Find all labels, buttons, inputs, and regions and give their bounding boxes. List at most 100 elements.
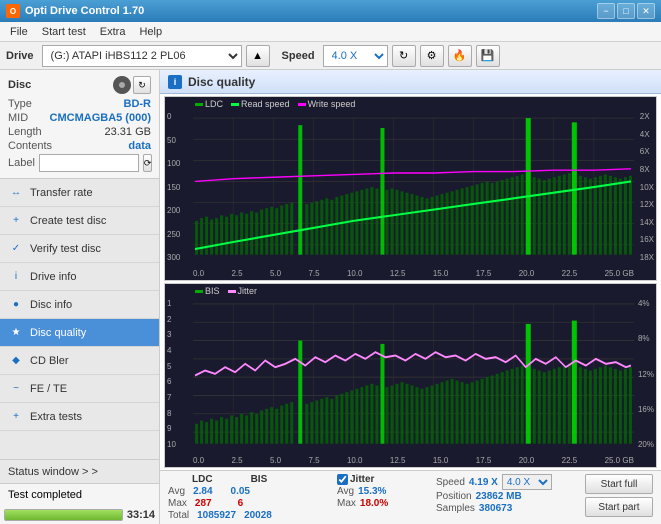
start-full-button[interactable]: Start full <box>585 474 653 494</box>
settings-button[interactable]: ⚙ <box>420 45 444 67</box>
nav-drive-info[interactable]: i Drive info <box>0 263 159 291</box>
avg-ldc-val: 2.84 <box>193 486 212 497</box>
disc-length-key: Length <box>8 126 42 138</box>
disc-section-title: Disc <box>8 79 31 91</box>
cd-bler-icon: ◆ <box>8 353 24 369</box>
disc-quality-icon: ★ <box>8 325 24 341</box>
nav-disc-info[interactable]: ● Disc info <box>0 291 159 319</box>
minimize-button[interactable]: − <box>597 3 615 19</box>
start-part-button[interactable]: Start part <box>585 497 653 517</box>
disc-label-refresh[interactable]: ⟳ <box>143 154 153 172</box>
disc-mid-val: CMCMAGBA5 (000) <box>50 112 151 124</box>
status-window-label: Status window > > <box>8 466 98 478</box>
menu-start-test[interactable]: Start test <box>36 24 92 40</box>
disc-refresh-button[interactable]: ↻ <box>133 76 151 94</box>
nav-extra-tests[interactable]: + Extra tests <box>0 403 159 431</box>
nav-fe-te[interactable]: ~ FE / TE <box>0 375 159 403</box>
samples-val: 380673 <box>479 503 512 514</box>
disc-section-header: Disc ↻ <box>8 76 151 94</box>
ldc-header: LDC <box>192 474 213 485</box>
app-title: Opti Drive Control 1.70 <box>25 5 144 17</box>
content-area: i Disc quality LDC Read speed <box>160 70 661 524</box>
time-display: 33:14 <box>127 509 155 521</box>
bis-legend-dot <box>195 290 203 293</box>
read-speed-legend-dot <box>231 103 239 106</box>
max-key: Max <box>168 498 187 509</box>
chart2-y-right: 20% 16% 12% 8% 4% <box>638 299 654 449</box>
speed-label: Speed <box>282 50 315 62</box>
jitter-avg-val: 15.3% <box>358 486 386 497</box>
jitter-avg-key: Avg <box>337 486 354 497</box>
stats-avg-row: Avg 2.84 0.05 <box>168 486 308 497</box>
jitter-legend-label: Jitter <box>238 286 258 296</box>
stats-bar: LDC BIS Avg 2.84 0.05 Max 287 6 Total 10… <box>160 470 661 524</box>
stats-max-row: Max 287 6 <box>168 498 308 509</box>
chart2-legend: BIS Jitter <box>195 286 257 296</box>
menu-help[interactable]: Help <box>133 24 168 40</box>
ldc-legend-dot <box>195 103 203 106</box>
close-button[interactable]: ✕ <box>637 3 655 19</box>
status-window-button[interactable]: Status window > > <box>0 460 159 484</box>
chart2-wrapper: BIS Jitter 10 9 8 7 6 5 4 3 2 <box>164 283 657 468</box>
transfer-rate-icon: ↔ <box>8 185 24 201</box>
drive-select[interactable]: (G:) ATAPI iHBS112 2 PL06 <box>42 45 242 67</box>
nav-extra-tests-label: Extra tests <box>30 411 82 423</box>
nav-disc-quality-label: Disc quality <box>30 327 86 339</box>
stats-total-row: Total 1085927 20028 <box>168 510 308 521</box>
disc-label-input[interactable] <box>39 154 139 172</box>
jitter-max-val: 18.0% <box>360 498 388 509</box>
jitter-header: Jitter <box>337 474 407 485</box>
drive-info-icon: i <box>8 269 24 285</box>
save-button[interactable]: 💾 <box>476 45 500 67</box>
nav-transfer-rate[interactable]: ↔ Transfer rate <box>0 179 159 207</box>
speed-select[interactable]: 4.0 X <box>323 45 388 67</box>
bis-legend-label: BIS <box>205 286 220 296</box>
write-speed-legend-label: Write speed <box>308 99 356 109</box>
disc-quality-title: Disc quality <box>188 75 255 89</box>
action-buttons: Start full Start part <box>585 474 653 517</box>
maximize-button[interactable]: □ <box>617 3 635 19</box>
status-section: Status window > > Test completed 33:14 <box>0 459 159 524</box>
speed-dropdown[interactable]: 4.0 X <box>502 474 552 490</box>
eject-button[interactable]: ▲ <box>246 45 270 67</box>
chart1-svg <box>165 97 656 280</box>
progress-bar-fill <box>5 510 122 520</box>
total-key: Total <box>168 510 189 521</box>
legend-read-speed: Read speed <box>231 99 290 109</box>
disc-type-key: Type <box>8 98 32 110</box>
nav-cd-bler[interactable]: ◆ CD Bler <box>0 347 159 375</box>
ldc-legend-label: LDC <box>205 99 223 109</box>
samples-row: Samples 380673 <box>436 503 556 514</box>
samples-label: Samples <box>436 503 475 514</box>
nav-create-test-disc[interactable]: + Create test disc <box>0 207 159 235</box>
legend-bis: BIS <box>195 286 220 296</box>
sidebar: Disc ↻ Type BD-R MID CMCMAGBA5 (000) Len… <box>0 70 160 524</box>
max-bis-val: 6 <box>238 498 244 509</box>
nav-cd-bler-label: CD Bler <box>30 355 69 367</box>
nav-verify-test-disc[interactable]: ✓ Verify test disc <box>0 235 159 263</box>
app-icon: O <box>6 4 20 18</box>
position-row: Position 23862 MB <box>436 491 556 502</box>
disc-quality-header: i Disc quality <box>160 70 661 94</box>
disc-label-key: Label <box>8 157 35 169</box>
menu-extra[interactable]: Extra <box>94 24 132 40</box>
disc-icon <box>113 76 131 94</box>
title-bar: O Opti Drive Control 1.70 − □ ✕ <box>0 0 661 22</box>
nav-fe-te-label: FE / TE <box>30 383 67 395</box>
disc-contents-row: Contents data <box>8 140 151 152</box>
progress-section: 33:14 <box>0 506 159 524</box>
avg-key: Avg <box>168 486 185 497</box>
burn-button[interactable]: 🔥 <box>448 45 472 67</box>
jitter-checkbox[interactable] <box>337 474 348 485</box>
nav-disc-quality[interactable]: ★ Disc quality <box>0 319 159 347</box>
chart1-wrapper: LDC Read speed Write speed 300 250 200 <box>164 96 657 281</box>
menu-file[interactable]: File <box>4 24 34 40</box>
verify-test-disc-icon: ✓ <box>8 241 24 257</box>
refresh-button[interactable]: ↻ <box>392 45 416 67</box>
jitter-label: Jitter <box>350 474 374 485</box>
main-layout: Disc ↻ Type BD-R MID CMCMAGBA5 (000) Len… <box>0 70 661 524</box>
extra-tests-icon: + <box>8 409 24 425</box>
chart2-svg <box>165 284 656 467</box>
read-speed-legend-label: Read speed <box>241 99 290 109</box>
position-val: 23862 MB <box>476 491 522 502</box>
